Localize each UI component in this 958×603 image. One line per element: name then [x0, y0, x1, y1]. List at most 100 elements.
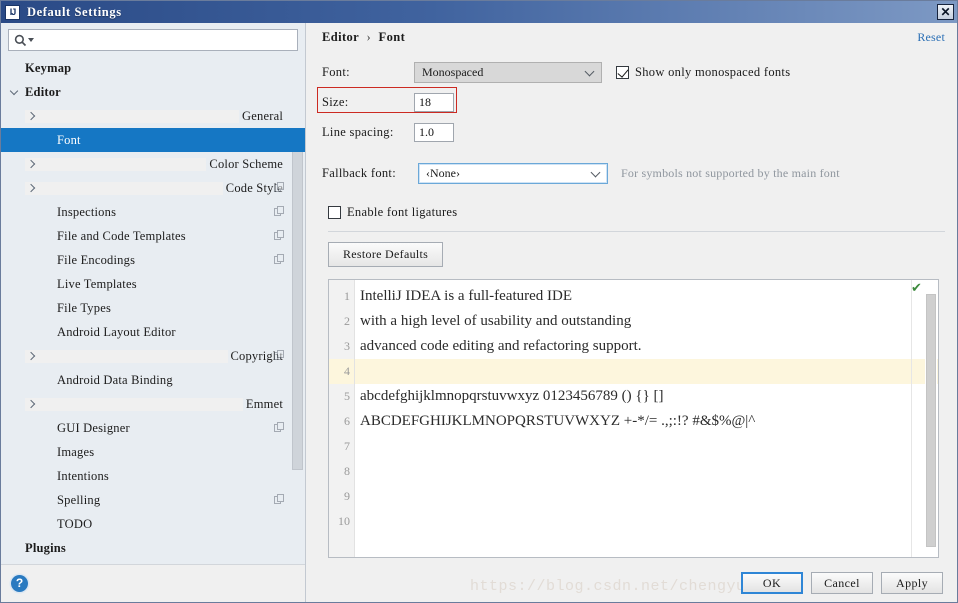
help-icon[interactable]: ?	[11, 575, 28, 592]
sidebar-item-inspections[interactable]: Inspections	[1, 200, 305, 224]
breadcrumb-bar: Editor › Font Reset	[306, 23, 957, 51]
editor-scrollbar[interactable]	[925, 294, 937, 555]
reset-link[interactable]: Reset	[917, 30, 945, 45]
inspection-check-icon[interactable]: ✔	[911, 282, 923, 295]
editor-code-area[interactable]: IntelliJ IDEA is a full-featured IDE with…	[355, 280, 938, 557]
sidebar-item-label: Android Data Binding	[57, 372, 173, 387]
chevron-down-icon[interactable]	[9, 86, 22, 99]
font-row: Font: Monospaced Show only monospaced fo…	[322, 57, 945, 87]
line-number: 7	[344, 439, 350, 453]
font-family-select[interactable]: Monospaced	[414, 61, 602, 83]
settings-content: Editor › Font Reset Font: Monospaced Sho…	[306, 23, 957, 602]
sidebar-item-general[interactable]: General	[1, 104, 305, 128]
sidebar-item-file-encodings[interactable]: File Encodings	[1, 248, 305, 272]
search-icon	[14, 34, 35, 47]
sidebar-item-label: Font	[57, 132, 81, 147]
editor-scrollbar-thumb[interactable]	[926, 294, 936, 548]
copy-settings-icon[interactable]	[274, 206, 285, 217]
app-icon: IJ	[5, 4, 20, 20]
size-row: Size: 18	[317, 87, 945, 117]
cancel-button[interactable]: Cancel	[811, 572, 873, 594]
sidebar-item-label: TODO	[57, 516, 93, 531]
copy-settings-icon[interactable]	[274, 254, 285, 265]
sidebar-item-label: Emmet	[245, 396, 283, 411]
font-preview-editor[interactable]: 1 2 3 4 5 6 7 8 9 10 IntelliJ IDEA is a full-feat…	[328, 279, 939, 558]
chevron-right-icon[interactable]	[25, 349, 228, 363]
sidebar-item-code-style[interactable]: Code Style	[1, 176, 305, 200]
fallback-font-select[interactable]: ‹None›	[418, 162, 608, 184]
sidebar-item-label: GUI Designer	[57, 420, 130, 435]
close-icon[interactable]: ✕	[937, 4, 954, 20]
copy-settings-icon[interactable]	[274, 230, 285, 241]
size-label: Size:	[322, 94, 349, 109]
search-box[interactable]	[8, 29, 298, 51]
fallback-font-hint: For symbols not supported by the main fo…	[621, 165, 840, 180]
sidebar-item-plugins[interactable]: Plugins	[1, 536, 305, 560]
chevron-right-icon[interactable]	[25, 109, 240, 123]
breadcrumb-root[interactable]: Editor	[322, 30, 359, 44]
copy-settings-icon[interactable]	[274, 350, 285, 361]
chevron-right-icon[interactable]	[25, 397, 243, 411]
sidebar-item-spelling[interactable]: Spelling	[1, 488, 305, 512]
code-line	[355, 359, 938, 384]
sidebar-item-todo[interactable]: TODO	[1, 512, 305, 536]
code-line: ABCDEFGHIJKLMNOPQRSTUVWXYZ +-*/= .,;:!? …	[360, 413, 756, 429]
chevron-right-icon[interactable]	[25, 181, 223, 195]
sidebar-item-file-and-code-templates[interactable]: File and Code Templates	[1, 224, 305, 248]
sidebar-item-label: Color Scheme	[209, 156, 283, 171]
form-divider	[328, 231, 945, 232]
restore-defaults-button[interactable]: Restore Defaults	[328, 241, 444, 267]
chevron-down-icon	[591, 168, 603, 178]
size-input[interactable]: 18	[414, 92, 454, 112]
chevron-right-icon[interactable]	[25, 157, 207, 171]
sidebar-item-label: Keymap	[25, 60, 72, 75]
code-line: with a high level of usability and outst…	[360, 313, 632, 329]
sidebar-item-copyright[interactable]: Copyright	[1, 344, 305, 368]
ligatures-checkbox-row[interactable]: Enable font ligatures	[328, 205, 457, 220]
show-monospaced-checkbox[interactable]	[616, 65, 629, 79]
breadcrumb: Editor › Font	[322, 30, 405, 45]
line-spacing-label: Line spacing:	[322, 124, 394, 139]
line-number: 10	[338, 514, 350, 528]
ok-button[interactable]: OK	[741, 572, 803, 594]
sidebar-item-file-types[interactable]: File Types	[1, 296, 305, 320]
search-container	[1, 23, 305, 54]
sidebar-item-emmet[interactable]: Emmet	[1, 392, 305, 416]
breadcrumb-separator-icon: ›	[366, 29, 372, 44]
dialog-body: Keymap Editor General Font Color Scheme Code …	[1, 23, 957, 602]
font-family-value: Monospaced	[422, 64, 484, 79]
apply-button[interactable]: Apply	[881, 572, 943, 594]
line-number: 9	[344, 489, 350, 503]
copy-settings-icon[interactable]	[274, 494, 285, 505]
sidebar-item-android-data-binding[interactable]: Android Data Binding	[1, 368, 305, 392]
sidebar-item-gui-designer[interactable]: GUI Designer	[1, 416, 305, 440]
sidebar-item-intentions[interactable]: Intentions	[1, 464, 305, 488]
sidebar-item-live-templates[interactable]: Live Templates	[1, 272, 305, 296]
enable-font-ligatures-checkbox[interactable]	[328, 205, 341, 219]
sidebar-item-images[interactable]: Images	[1, 440, 305, 464]
right-margin-line	[911, 280, 912, 557]
sidebar-item-label: Spelling	[57, 492, 101, 507]
line-number: 6	[344, 414, 350, 428]
font-label: Font:	[322, 64, 350, 79]
sidebar-item-android-layout-editor[interactable]: Android Layout Editor	[1, 320, 305, 344]
settings-tree[interactable]: Keymap Editor General Font Color Scheme Code …	[1, 54, 305, 564]
line-spacing-input[interactable]: 1.0	[414, 122, 454, 142]
sidebar-item-label: Inspections	[57, 204, 117, 219]
search-input[interactable]	[35, 31, 297, 49]
sidebar-item-label: Editor	[25, 84, 61, 99]
font-settings-form: Font: Monospaced Show only monospaced fo…	[306, 51, 957, 564]
sidebar-item-font[interactable]: Font	[1, 128, 305, 152]
sidebar-item-color-scheme[interactable]: Color Scheme	[1, 152, 305, 176]
window-title: Default Settings	[27, 4, 122, 19]
sidebar-item-keymap[interactable]: Keymap	[1, 56, 305, 80]
sidebar-item-label: Live Templates	[57, 276, 137, 291]
copy-settings-icon[interactable]	[274, 182, 285, 193]
sidebar-item-editor[interactable]: Editor	[1, 80, 305, 104]
copy-settings-icon[interactable]	[274, 422, 285, 433]
show-monospaced-row[interactable]: Show only monospaced fonts	[616, 65, 790, 80]
